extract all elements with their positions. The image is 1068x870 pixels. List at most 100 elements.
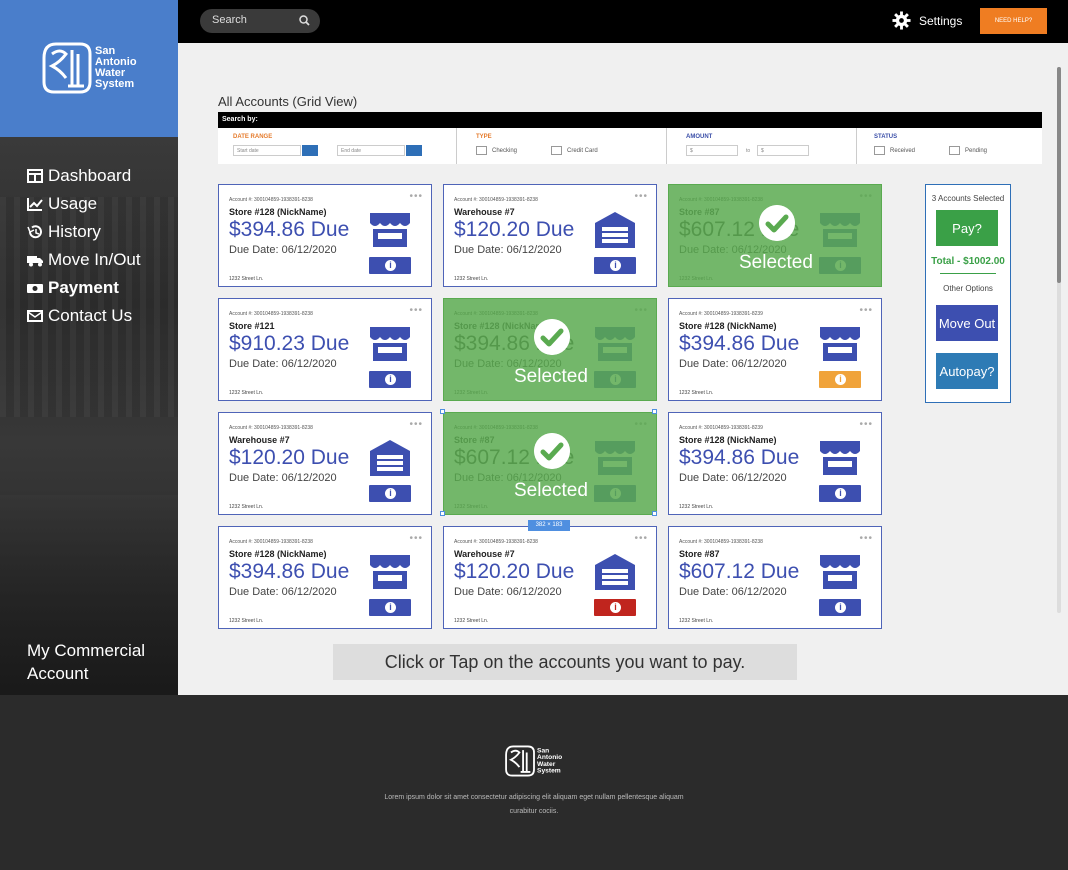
nav-item-payment[interactable]: Payment <box>27 274 141 302</box>
settings-button[interactable]: Settings <box>892 11 962 30</box>
info-button[interactable]: i <box>369 485 411 502</box>
filter-bar: DATE RANGE Start date End date TYPE Chec… <box>218 128 1042 164</box>
account-name: Store #121 <box>229 321 275 331</box>
account-card[interactable]: Account #: 300104859-1938391-8238Store #… <box>668 184 882 287</box>
more-options-icon[interactable]: ••• <box>859 533 873 544</box>
more-options-icon[interactable]: ••• <box>409 533 423 544</box>
account-card[interactable]: Account #: 300104859-1938391-8238Store #… <box>443 412 657 515</box>
amount-due: $394.86 Due <box>229 218 350 241</box>
info-button[interactable]: i <box>369 371 411 388</box>
building-icon <box>819 553 861 596</box>
account-number: Account #: 300104859-1938391-8238 <box>454 197 538 203</box>
account-card[interactable]: Account #: 300104859-1938391-8238Store #… <box>218 184 432 287</box>
amount-label: AMOUNT <box>686 134 713 140</box>
resize-handle[interactable] <box>440 511 445 516</box>
amount-due: $910.23 Due <box>229 332 350 355</box>
more-options-icon[interactable]: ••• <box>409 419 423 430</box>
info-button[interactable]: i <box>594 599 636 616</box>
resize-handle[interactable] <box>440 409 445 414</box>
resize-handle[interactable] <box>652 409 657 414</box>
commercial-account-link[interactable]: My Commercial Account <box>27 639 167 685</box>
account-card[interactable]: Account #: 300104859-1938391-8238Store #… <box>443 298 657 401</box>
move-out-button[interactable]: Move Out <box>936 305 998 341</box>
search-input[interactable]: Search <box>200 9 320 33</box>
amount-to-input[interactable]: $ <box>757 145 809 156</box>
checking-checkbox[interactable]: Checking <box>476 146 517 155</box>
nav-item-usage[interactable]: Usage <box>27 190 141 218</box>
account-number: Account #: 300104859-1938391-8239 <box>679 425 763 431</box>
more-options-icon[interactable]: ••• <box>634 191 648 202</box>
end-date-input[interactable]: End date <box>337 145 405 156</box>
autopay-button[interactable]: Autopay? <box>936 353 998 389</box>
mail-icon <box>27 310 43 322</box>
account-number: Account #: 300104859-1938391-8238 <box>229 539 313 545</box>
page-title: All Accounts (Grid View) <box>218 94 358 109</box>
info-button[interactable]: i <box>819 485 861 502</box>
building-icon <box>819 439 861 482</box>
more-options-icon[interactable]: ••• <box>859 419 873 430</box>
street-address: 1232 Street Ln. <box>229 390 264 396</box>
pending-checkbox[interactable]: Pending <box>949 146 987 155</box>
store-icon <box>820 327 860 361</box>
info-button[interactable]: i <box>369 599 411 616</box>
scrollbar-thumb[interactable] <box>1057 67 1061 283</box>
account-card[interactable]: Account #: 300104859-1938391-8239 Store #… <box>668 412 882 515</box>
svg-text:System: System <box>537 768 561 775</box>
more-options-icon[interactable]: ••• <box>634 533 648 544</box>
account-number: Account #: 300104859-1938391-8238 <box>454 539 538 545</box>
filter-status: STATUS Received Pending <box>856 128 1042 164</box>
start-date-input[interactable]: Start date <box>233 145 301 156</box>
info-button[interactable]: i <box>819 371 861 388</box>
account-card[interactable]: Account #: 300104859-1938391-8239 Store #… <box>668 298 882 401</box>
amount-due: $607.12 Due <box>679 560 800 583</box>
footer-logo[interactable]: San Antonio Water System <box>503 744 565 778</box>
due-date: Due Date: 06/12/2020 <box>229 586 337 598</box>
scrollbar[interactable] <box>1057 67 1061 613</box>
selected-overlay[interactable]: Selected <box>444 299 656 400</box>
nav-item-move[interactable]: Move In/Out <box>27 246 141 274</box>
account-card[interactable]: Account #: 300104859-1938391-8238 Warehou… <box>218 412 432 515</box>
account-name: Warehouse #7 <box>229 435 290 445</box>
footer-text: Lorem ipsum dolor sit amet consectetur a… <box>384 794 684 815</box>
footer: San Antonio Water System Lorem ipsum dol… <box>0 695 1068 870</box>
saws-logo[interactable]: San Antonio Water System <box>40 40 140 96</box>
pay-button[interactable]: Pay? <box>936 210 998 246</box>
resize-handle[interactable] <box>652 511 657 516</box>
info-button[interactable]: i <box>369 257 411 274</box>
amount-from-input[interactable]: $ <box>686 145 738 156</box>
date-range-label: DATE RANGE <box>233 134 273 140</box>
nav-label-contact: Contact Us <box>48 306 133 325</box>
info-icon: i <box>385 602 396 613</box>
instruction-banner: Click or Tap on the accounts you want to… <box>333 644 797 680</box>
building-icon <box>594 553 636 596</box>
street-address: 1232 Street Ln. <box>454 276 489 282</box>
selected-overlay[interactable]: Selected <box>669 185 881 286</box>
building-icon <box>594 211 636 254</box>
end-calendar-button[interactable] <box>406 145 422 156</box>
account-card[interactable]: Account #: 300104859-1938391-8238 Warehou… <box>443 526 657 629</box>
topbar: Search Settings NEED HELP? <box>178 0 1068 43</box>
type-label: TYPE <box>476 134 492 140</box>
account-card[interactable]: Account #: 300104859-1938391-8238Store #… <box>218 526 432 629</box>
info-button[interactable]: i <box>819 599 861 616</box>
account-card[interactable]: Account #: 300104859-1938391-8238Store #… <box>668 526 882 629</box>
more-options-icon[interactable]: ••• <box>859 305 873 316</box>
start-calendar-button[interactable] <box>302 145 318 156</box>
nav-item-history[interactable]: History <box>27 218 141 246</box>
nav-item-contact[interactable]: Contact Us <box>27 302 141 330</box>
selected-overlay[interactable]: Selected <box>444 413 656 514</box>
main-content: All Accounts (Grid View) Search by: DATE… <box>178 43 1068 695</box>
need-help-button[interactable]: NEED HELP? <box>980 8 1047 34</box>
more-options-icon[interactable]: ••• <box>409 191 423 202</box>
search-icon[interactable] <box>299 15 310 26</box>
amount-due: $120.20 Due <box>454 218 575 241</box>
nav-item-dashboard[interactable]: Dashboard <box>27 162 141 190</box>
info-button[interactable]: i <box>594 257 636 274</box>
account-card[interactable]: Account #: 300104859-1938391-8238Store #… <box>218 298 432 401</box>
due-date: Due Date: 06/12/2020 <box>454 244 562 256</box>
received-checkbox[interactable]: Received <box>874 146 915 155</box>
more-options-icon[interactable]: ••• <box>409 305 423 316</box>
account-number: Account #: 300104859-1938391-8238 <box>679 539 763 545</box>
credit-card-checkbox[interactable]: Credit Card <box>551 146 598 155</box>
account-card[interactable]: Account #: 300104859-1938391-8238 Warehou… <box>443 184 657 287</box>
